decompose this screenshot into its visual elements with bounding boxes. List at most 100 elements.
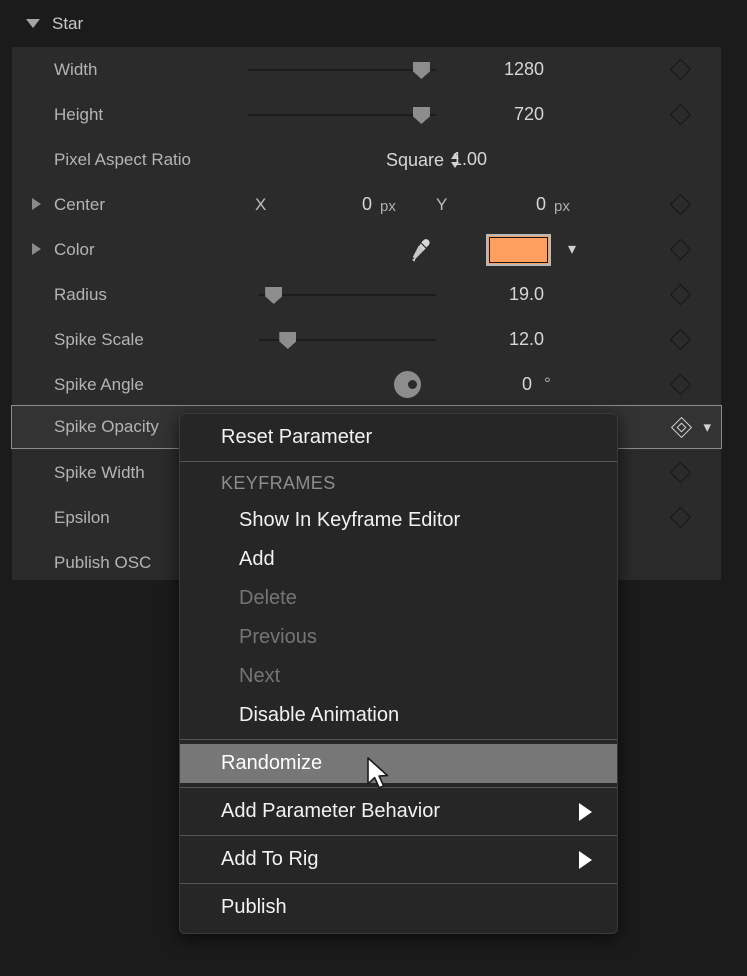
slider-spike-scale[interactable] [259, 330, 436, 350]
param-label-spike-opacity: Spike Opacity [54, 417, 159, 437]
menu-item-show-in-keyframe-editor[interactable]: Show In Keyframe Editor [180, 501, 617, 540]
menu-separator [180, 461, 617, 462]
menu-item-label: Add To Rig [221, 848, 318, 871]
menu-item-previous: Previous [180, 618, 617, 657]
slider-knob[interactable] [265, 287, 282, 304]
disclosure-triangle-right-icon[interactable] [32, 243, 41, 255]
param-value-radius[interactable]: 19.0 [452, 284, 544, 305]
param-row-center[interactable]: Center X 0 px Y 0 px [12, 182, 721, 227]
param-row-color[interactable]: Color ▾ [12, 227, 721, 272]
color-swatch[interactable] [486, 234, 551, 266]
param-row-width[interactable]: Width 1280 [12, 47, 721, 92]
menu-item-delete: Delete [180, 579, 617, 618]
param-label-spike-width: Spike Width [54, 463, 145, 483]
menu-item-label: Randomize [221, 752, 322, 775]
menu-item-publish[interactable]: Publish [180, 888, 617, 927]
param-value-spike-scale[interactable]: 12.0 [452, 329, 544, 350]
unit-center-x: px [380, 198, 396, 215]
param-row-spike-angle[interactable]: Spike Angle 0 ° [12, 362, 721, 407]
keyframe-diamond-icon[interactable] [670, 239, 691, 260]
menu-item-add[interactable]: Add [180, 540, 617, 579]
eyedropper-icon[interactable] [406, 237, 432, 263]
disclosure-triangle-right-icon[interactable] [32, 198, 41, 210]
slider-knob[interactable] [279, 332, 296, 349]
menu-item-label: Previous [239, 626, 317, 649]
param-row-height[interactable]: Height 720 [12, 92, 721, 137]
menu-item-reset-parameter[interactable]: Reset Parameter [180, 418, 617, 457]
menu-item-randomize[interactable]: Randomize [180, 744, 617, 783]
param-row-spike-scale[interactable]: Spike Scale 12.0 [12, 317, 721, 362]
chevron-down-icon[interactable]: ▾ [703, 420, 711, 435]
param-label-pixel-aspect-ratio: Pixel Aspect Ratio [54, 150, 191, 170]
param-value-center-x[interactable]: 0 [304, 194, 372, 215]
param-value-pixel-aspect-ratio[interactable]: 1.00 [452, 149, 544, 170]
menu-item-label: Add [239, 548, 275, 571]
param-value-height[interactable]: 720 [452, 104, 544, 125]
slider-width[interactable] [248, 60, 436, 80]
slider-knob[interactable] [413, 62, 430, 79]
slider-knob[interactable] [413, 107, 430, 124]
menu-item-add-to-rig[interactable]: Add To Rig [180, 840, 617, 879]
param-label-radius: Radius [54, 285, 107, 305]
popup-pixel-aspect-ratio[interactable]: Square [386, 150, 460, 171]
group-header-star[interactable]: Star [0, 0, 721, 47]
menu-item-label: Show In Keyframe Editor [239, 509, 460, 532]
menu-separator [180, 787, 617, 788]
keyframe-diamond-icon[interactable] [670, 374, 691, 395]
parameter-context-menu[interactable]: Reset Parameter KEYFRAMES Show In Keyfra… [179, 413, 618, 934]
menu-section-label: KEYFRAMES [221, 473, 336, 494]
group-title: Star [52, 14, 83, 34]
keyframe-diamond-icon[interactable] [670, 104, 691, 125]
slider-track [248, 114, 436, 116]
submenu-arrow-icon [579, 851, 592, 869]
disclosure-triangle-down-icon[interactable] [26, 19, 40, 28]
param-label-width: Width [54, 60, 97, 80]
chevron-down-icon[interactable]: ▾ [568, 242, 576, 258]
keyframe-diamond-icon[interactable] [670, 284, 691, 305]
keyframe-diamond-icon[interactable] [670, 59, 691, 80]
angle-dial[interactable] [394, 371, 421, 398]
axis-label-x: X [255, 195, 266, 215]
menu-item-label: Next [239, 665, 280, 688]
param-value-width[interactable]: 1280 [452, 59, 544, 80]
menu-separator [180, 835, 617, 836]
param-label-height: Height [54, 105, 103, 125]
menu-item-label: Publish [221, 896, 287, 919]
popup-value: Square [386, 150, 444, 171]
keyframe-diamond-icon[interactable] [670, 329, 691, 350]
param-label-epsilon: Epsilon [54, 508, 110, 528]
keyframe-diamond-icon[interactable] [670, 462, 691, 483]
axis-label-y: Y [436, 195, 447, 215]
slider-height[interactable] [248, 105, 436, 125]
menu-item-label: Reset Parameter [221, 426, 372, 449]
param-label-publish-osc: Publish OSC [54, 553, 151, 573]
param-value-spike-angle[interactable]: 0 [452, 374, 532, 395]
angle-dial-indicator [408, 380, 417, 389]
menu-item-disable-animation[interactable]: Disable Animation [180, 696, 617, 735]
keyframe-diamond-icon[interactable] [670, 194, 691, 215]
keyframe-animated-icon[interactable] [671, 417, 692, 438]
param-value-center-y[interactable]: 0 [478, 194, 546, 215]
unit-degrees: ° [544, 374, 551, 394]
menu-item-add-parameter-behavior[interactable]: Add Parameter Behavior [180, 792, 617, 831]
submenu-arrow-icon [579, 803, 592, 821]
menu-separator [180, 739, 617, 740]
param-row-pixel-aspect-ratio[interactable]: Pixel Aspect Ratio Square 1.00 [12, 137, 721, 182]
slider-radius[interactable] [259, 285, 436, 305]
menu-separator [180, 883, 617, 884]
param-label-spike-scale: Spike Scale [54, 330, 144, 350]
slider-track [259, 294, 436, 296]
unit-center-y: px [554, 198, 570, 215]
color-swatch-inner [489, 237, 548, 263]
param-label-color: Color [54, 240, 95, 260]
menu-item-label: Add Parameter Behavior [221, 800, 440, 823]
slider-track [248, 69, 436, 71]
param-label-spike-angle: Spike Angle [54, 375, 144, 395]
keyframe-diamond-icon[interactable] [670, 507, 691, 528]
menu-item-next: Next [180, 657, 617, 696]
param-label-center: Center [54, 195, 105, 215]
menu-item-label: Delete [239, 587, 297, 610]
param-row-radius[interactable]: Radius 19.0 [12, 272, 721, 317]
menu-section-keyframes: KEYFRAMES [180, 466, 617, 501]
menu-item-label: Disable Animation [239, 704, 399, 727]
